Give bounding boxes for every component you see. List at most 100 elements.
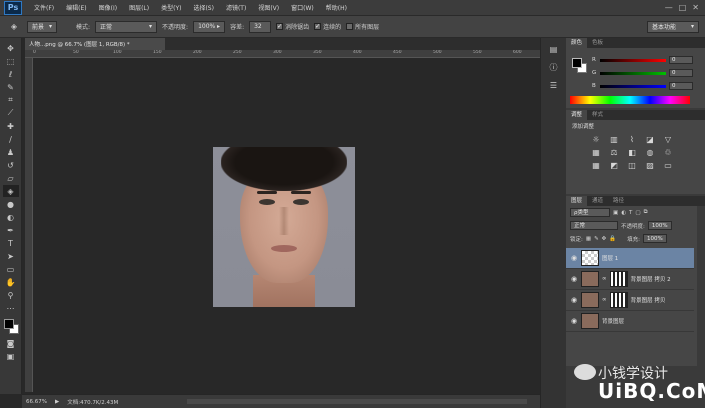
eraser-tool-icon[interactable]: ▱ xyxy=(3,172,19,184)
brush-tool-icon[interactable]: ∕ xyxy=(3,133,19,145)
filter-pixel-icon[interactable]: ▣ xyxy=(613,210,618,216)
visibility-eye-icon[interactable]: ◉ xyxy=(570,254,578,262)
horizontal-scrollbar[interactable] xyxy=(187,399,527,404)
vibrance-icon[interactable]: ▽ xyxy=(662,134,674,144)
zoom-level[interactable]: 66.67% xyxy=(26,399,47,405)
mode-select[interactable]: 正常 ▾ xyxy=(95,20,158,33)
color-spectrum[interactable] xyxy=(570,96,690,104)
layers-scrollbar[interactable] xyxy=(697,206,705,366)
lasso-tool-icon[interactable]: ℓ xyxy=(3,68,19,80)
lock-image-icon[interactable]: ✎ xyxy=(594,236,599,242)
brightness-icon[interactable]: ☼ xyxy=(590,134,602,144)
visibility-eye-icon[interactable]: ◉ xyxy=(570,317,578,325)
levels-icon[interactable]: ▥ xyxy=(608,134,620,144)
healing-brush-tool-icon[interactable]: ✚ xyxy=(3,120,19,132)
menu-type[interactable]: 类型(Y) xyxy=(155,3,187,12)
more-tools-icon[interactable]: ⋯ xyxy=(3,302,19,314)
info-panel-icon[interactable]: ⓘ xyxy=(546,60,562,74)
properties-panel-icon[interactable]: ☰ xyxy=(546,78,562,92)
menu-layer[interactable]: 图层(L) xyxy=(123,3,155,12)
invert-icon[interactable]: ◩ xyxy=(608,160,620,170)
fill-value[interactable]: 100% xyxy=(643,234,667,243)
gradient-map-icon[interactable]: ▭ xyxy=(662,160,674,170)
threshold-icon[interactable]: ▨ xyxy=(644,160,656,170)
canvas-area[interactable] xyxy=(33,58,540,392)
lock-position-icon[interactable]: ✥ xyxy=(602,236,607,242)
pen-tool-icon[interactable]: ✒ xyxy=(3,224,19,236)
hue-sat-icon[interactable]: ▦ xyxy=(590,147,602,157)
exposure-icon[interactable]: ◪ xyxy=(644,134,656,144)
marquee-tool-icon[interactable]: ⬚ xyxy=(3,55,19,67)
visibility-eye-icon[interactable]: ◉ xyxy=(570,275,578,283)
tab-layers[interactable]: 图层 xyxy=(566,196,588,206)
red-slider[interactable] xyxy=(600,58,666,62)
layer-filter-select[interactable]: ρ类型 xyxy=(570,208,610,217)
layer-row[interactable]: ◉ ∞ 背景图层 拷贝 xyxy=(566,290,694,311)
filter-type-icon[interactable]: T xyxy=(629,210,632,216)
green-slider[interactable] xyxy=(600,71,666,75)
layer-row[interactable]: ◉ 图层 1 xyxy=(566,248,694,269)
menu-select[interactable]: 选择(S) xyxy=(187,3,220,12)
photo-filter-icon[interactable]: ◍ xyxy=(644,147,656,157)
eyedropper-tool-icon[interactable]: ⟋ xyxy=(3,107,19,119)
menu-help[interactable]: 帮助(H) xyxy=(320,3,353,12)
anti-alias-checkbox[interactable]: ✓ 消除锯齿 xyxy=(276,22,309,31)
quick-select-tool-icon[interactable]: ✎ xyxy=(3,81,19,93)
lock-all-icon[interactable]: 🔒 xyxy=(609,236,616,242)
channel-mixer-icon[interactable]: ♲ xyxy=(662,147,674,157)
move-tool-icon[interactable]: ✥ xyxy=(3,42,19,54)
blend-mode-select[interactable]: 正常 xyxy=(570,221,618,230)
blue-value[interactable]: 0 xyxy=(669,82,693,90)
filter-smart-icon[interactable]: ⧉ xyxy=(644,209,648,216)
foreground-color-chip[interactable] xyxy=(572,58,582,68)
menu-filter[interactable]: 滤镜(T) xyxy=(220,3,252,12)
layer-row[interactable]: ◉ 背景图层 xyxy=(566,311,694,332)
opacity-input[interactable]: 100% ▸ xyxy=(193,20,226,33)
tab-swatches[interactable]: 色板 xyxy=(587,38,608,48)
crop-tool-icon[interactable]: ⌗ xyxy=(3,94,19,106)
all-layers-checkbox[interactable]: 所有图层 xyxy=(346,22,379,31)
tab-adjustments[interactable]: 调整 xyxy=(566,110,588,120)
tab-styles[interactable]: 样式 xyxy=(587,110,608,120)
tab-channels[interactable]: 通道 xyxy=(587,196,608,206)
foreground-color-swatch[interactable] xyxy=(3,319,14,329)
curves-icon[interactable]: ⌇ xyxy=(626,134,638,144)
menu-file[interactable]: 文件(F) xyxy=(28,3,60,12)
paint-bucket-tool-icon[interactable]: ◈ xyxy=(2,185,19,197)
tolerance-input[interactable]: 32 xyxy=(249,20,272,33)
type-tool-icon[interactable]: T xyxy=(3,237,19,249)
menu-image[interactable]: 图像(I) xyxy=(93,3,123,12)
black-white-icon[interactable]: ◧ xyxy=(626,147,638,157)
status-arrow-icon[interactable]: ▶ xyxy=(55,399,59,405)
menu-window[interactable]: 窗口(W) xyxy=(285,3,320,12)
document-tab[interactable]: 人物...png @ 66.7% (图层 1, RGB/8) * xyxy=(25,38,165,50)
visibility-eye-icon[interactable]: ◉ xyxy=(570,296,578,304)
blue-slider[interactable] xyxy=(600,84,666,88)
clone-stamp-tool-icon[interactable]: ♟ xyxy=(3,146,19,158)
rectangle-tool-icon[interactable]: ▭ xyxy=(3,263,19,275)
filter-shape-icon[interactable]: ▢ xyxy=(635,210,640,216)
portrait-photo[interactable] xyxy=(213,147,355,307)
history-panel-icon[interactable]: ▤ xyxy=(546,42,562,56)
tab-paths[interactable]: 路径 xyxy=(608,196,629,206)
green-value[interactable]: 0 xyxy=(669,69,693,77)
menu-edit[interactable]: 编辑(E) xyxy=(60,3,92,12)
menu-view[interactable]: 视图(V) xyxy=(252,3,285,12)
dodge-tool-icon[interactable]: ◐ xyxy=(3,211,19,223)
lock-transparent-icon[interactable]: ▦ xyxy=(586,236,591,242)
layer-opacity-value[interactable]: 100% xyxy=(647,221,672,230)
workspace-select[interactable]: 基本功能 ▾ xyxy=(647,20,699,33)
fill-source-select[interactable]: 前景 ▾ xyxy=(27,20,57,33)
quick-mask-icon[interactable]: ◙ xyxy=(3,337,19,349)
filter-adjustment-icon[interactable]: ◐ xyxy=(621,210,626,216)
color-balance-icon[interactable]: ⚖ xyxy=(608,147,620,157)
close-button[interactable]: ✕ xyxy=(692,3,699,12)
tab-color[interactable]: 颜色 xyxy=(566,38,588,48)
history-brush-tool-icon[interactable]: ↺ xyxy=(3,159,19,171)
layer-row[interactable]: ◉ ∞ 背景图层 拷贝 2 xyxy=(566,269,694,290)
posterize-icon[interactable]: ◫ xyxy=(626,160,638,170)
maximize-button[interactable]: □ xyxy=(679,3,687,12)
paint-bucket-icon[interactable]: ◈ xyxy=(6,21,22,33)
color-swatches[interactable] xyxy=(2,318,20,336)
color-lookup-icon[interactable]: ▦ xyxy=(590,160,602,170)
